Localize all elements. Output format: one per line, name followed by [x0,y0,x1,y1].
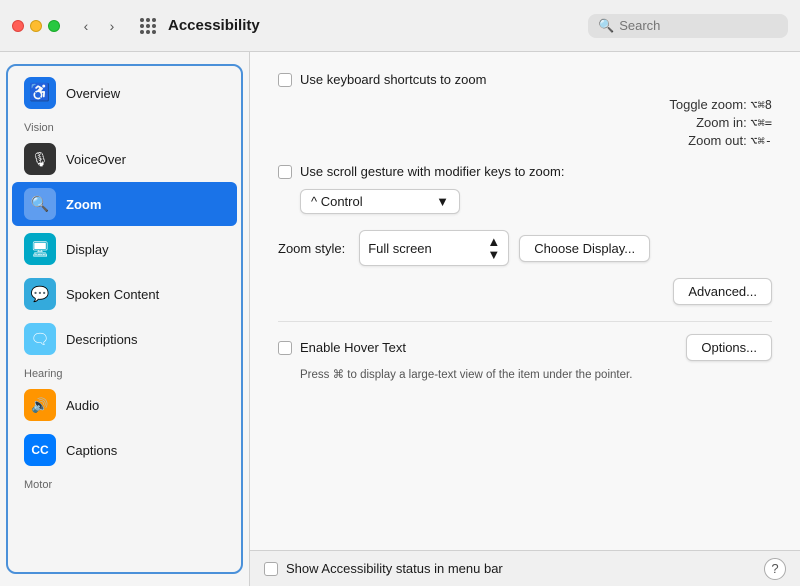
hover-text-row: Enable Hover Text Options... [278,334,772,361]
keyboard-shortcuts-row: Use keyboard shortcuts to zoom [278,72,772,87]
sidebar-item-label: Display [66,242,109,257]
zoom-in-shortcut: ⌥⌘= [750,116,772,130]
zoom-out-shortcut: ⌥⌘- [750,134,772,148]
sidebar-item-label: VoiceOver [66,152,126,167]
zoom-out-row: Zoom out: ⌥⌘- [300,133,772,148]
updown-arrows-icon: ▲ ▼ [487,235,500,261]
toggle-zoom-label: Toggle zoom: [669,97,746,112]
options-button[interactable]: Options... [686,334,772,361]
sidebar-item-display[interactable]: 🖥 Display [12,227,237,271]
sidebar-item-zoom[interactable]: 🔍 Zoom [12,182,237,226]
toggle-zoom-row: Toggle zoom: ⌥⌘8 [300,97,772,112]
keyboard-shortcuts-label: Use keyboard shortcuts to zoom [300,72,486,87]
zoom-style-select[interactable]: Full screen ▲ ▼ [359,230,509,266]
nav-arrows: ‹ › [74,14,124,38]
sidebar-item-label: Overview [66,86,120,101]
scroll-gesture-row: Use scroll gesture with modifier keys to… [278,164,772,179]
sidebar-item-descriptions[interactable]: 🗨 Descriptions [12,317,237,361]
scroll-gesture-checkbox[interactable] [278,165,292,179]
hover-text-checkbox[interactable] [278,341,292,355]
section-label-motor: Motor [8,473,241,493]
minimize-button[interactable] [30,20,42,32]
advanced-button[interactable]: Advanced... [673,278,772,305]
close-button[interactable] [12,20,24,32]
hover-text-left: Enable Hover Text [278,340,406,355]
scroll-gesture-label: Use scroll gesture with modifier keys to… [300,164,564,179]
choose-display-button[interactable]: Choose Display... [519,235,650,262]
sidebar: ♿ Overview Vision 🎙 VoiceOver 🔍 Zoom [0,52,250,586]
divider [278,321,772,322]
traffic-lights [12,20,60,32]
audio-icon: 🔊 [24,389,56,421]
sidebar-border: ♿ Overview Vision 🎙 VoiceOver 🔍 Zoom [6,64,243,574]
back-button[interactable]: ‹ [74,14,98,38]
shortcut-block: Toggle zoom: ⌥⌘8 Zoom in: ⌥⌘= Zoom out: … [300,97,772,148]
voiceover-icon: 🎙 [24,143,56,175]
sidebar-item-label: Zoom [66,197,101,212]
section-label-hearing: Hearing [8,362,241,382]
search-icon: 🔍 [598,18,614,34]
keyboard-shortcuts-checkbox[interactable] [278,73,292,87]
sidebar-item-spoken-content[interactable]: 💬 Spoken Content [12,272,237,316]
main-content: ♿ Overview Vision 🎙 VoiceOver 🔍 Zoom [0,52,800,586]
content-area: Use keyboard shortcuts to zoom Toggle zo… [250,52,800,586]
hover-description: Press ⌘ to display a large-text view of … [300,367,772,384]
zoom-style-label: Zoom style: [278,241,345,256]
modifier-dropdown[interactable]: ^ Control ▼ [300,189,460,214]
zoom-icon: 🔍 [24,188,56,220]
zoom-style-row: Zoom style: Full screen ▲ ▼ Choose Displ… [278,230,772,266]
modifier-dropdown-row: ^ Control ▼ [300,189,772,214]
forward-button[interactable]: › [100,14,124,38]
sidebar-item-captions[interactable]: CC Captions [12,428,237,472]
captions-icon: CC [24,434,56,466]
zoom-style-value: Full screen [368,241,432,256]
titlebar: ‹ › Accessibility 🔍 [0,0,800,52]
modifier-value: ^ Control [311,194,363,209]
window-title: Accessibility [168,17,580,34]
show-status-label: Show Accessibility status in menu bar [286,561,503,576]
dropdown-arrow-icon: ▼ [436,194,449,209]
search-input[interactable] [619,18,769,33]
toggle-zoom-shortcut: ⌥⌘8 [750,98,772,112]
spoken-content-icon: 💬 [24,278,56,310]
descriptions-icon: 🗨 [24,323,56,355]
section-label-vision: Vision [8,116,241,136]
apps-grid-icon[interactable] [140,18,156,34]
maximize-button[interactable] [48,20,60,32]
sidebar-item-voiceover[interactable]: 🎙 VoiceOver [12,137,237,181]
sidebar-item-label: Descriptions [66,332,138,347]
show-status-checkbox[interactable] [264,562,278,576]
sidebar-item-label: Captions [66,443,117,458]
overview-icon: ♿ [24,77,56,109]
bottom-bar-left: Show Accessibility status in menu bar [264,561,503,576]
zoom-in-row: Zoom in: ⌥⌘= [300,115,772,130]
settings-panel: Use keyboard shortcuts to zoom Toggle zo… [250,52,800,550]
advanced-row: Advanced... [278,278,772,305]
bottom-bar: Show Accessibility status in menu bar ? [250,550,800,586]
sidebar-item-label: Audio [66,398,99,413]
search-bar[interactable]: 🔍 [588,14,788,38]
sidebar-item-audio[interactable]: 🔊 Audio [12,383,237,427]
display-icon: 🖥 [24,233,56,265]
help-button[interactable]: ? [764,558,786,580]
zoom-in-label: Zoom in: [696,115,747,130]
sidebar-item-label: Spoken Content [66,287,159,302]
zoom-out-label: Zoom out: [688,133,747,148]
sidebar-item-overview[interactable]: ♿ Overview [12,71,237,115]
hover-text-label: Enable Hover Text [300,340,406,355]
